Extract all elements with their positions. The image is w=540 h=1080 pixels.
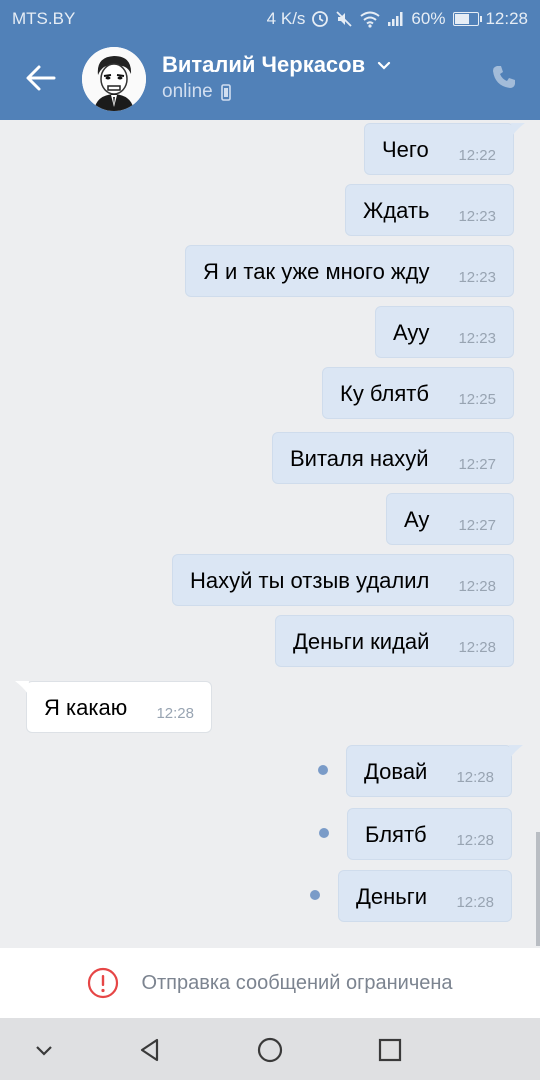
message-time: 12:25 bbox=[458, 391, 496, 408]
message-text: Чего bbox=[382, 137, 429, 162]
outgoing-message[interactable]: Ждать 12:23 bbox=[345, 184, 514, 236]
error-circle-icon bbox=[88, 967, 119, 999]
restricted-text: Отправка сообщений ограничена bbox=[141, 971, 453, 994]
signal-icon bbox=[388, 12, 403, 26]
carrier-label: MTS.BY bbox=[12, 9, 76, 28]
clock: 12:28 bbox=[485, 9, 528, 28]
message-time: 12:23 bbox=[458, 269, 496, 286]
message-time: 12:23 bbox=[458, 208, 496, 225]
contact-name[interactable]: Виталий Черкасов bbox=[162, 52, 391, 78]
message-text: Виталя нахуй bbox=[290, 446, 429, 471]
message-list[interactable]: Чего 12:22 Ждать 12:23 Я и так уже много жду… bbox=[0, 120, 540, 948]
system-nav-bar bbox=[0, 1018, 540, 1080]
message-time: 12:28 bbox=[156, 705, 194, 722]
message-time: 12:28 bbox=[456, 894, 494, 911]
outgoing-message[interactable]: Деньги 12:28 bbox=[338, 870, 512, 922]
network-speed: 4 K/s bbox=[266, 9, 306, 28]
message-text: Блятб bbox=[365, 822, 427, 847]
messaging-restricted-bar: Отправка сообщений ограничена bbox=[0, 948, 540, 1018]
message-time: 12:28 bbox=[458, 639, 496, 656]
contact-avatar[interactable] bbox=[82, 47, 146, 111]
battery-percent: 60% bbox=[411, 9, 446, 28]
unread-indicator bbox=[319, 828, 329, 838]
back-icon[interactable] bbox=[136, 1036, 164, 1064]
hide-keyboard-icon[interactable] bbox=[30, 1036, 58, 1064]
message-text: Я и так уже много жду bbox=[203, 259, 430, 284]
outgoing-message[interactable]: Нахуй ты отзыв удалил 12:28 bbox=[172, 554, 514, 606]
outgoing-message[interactable]: Довай 12:28 bbox=[346, 745, 523, 797]
mute-icon bbox=[336, 11, 353, 27]
message-time: 12:27 bbox=[458, 517, 496, 534]
outgoing-message[interactable]: Ауу 12:23 bbox=[375, 306, 514, 358]
chevron-down-icon[interactable] bbox=[377, 61, 391, 71]
incoming-message[interactable]: Я какаю 12:28 bbox=[15, 681, 212, 733]
message-text: Нахуй ты отзыв удалил bbox=[190, 568, 430, 593]
outgoing-message[interactable]: Блятб 12:28 bbox=[347, 808, 512, 860]
status-bar-right: 4 K/s 60% 12:28 bbox=[267, 9, 528, 29]
message-text: Деньги bbox=[356, 884, 428, 909]
status-bar: MTS.BY 4 K/s 60% 12:28 bbox=[0, 0, 540, 36]
message-time: 12:22 bbox=[458, 147, 496, 164]
message-text: Ку блятб bbox=[340, 381, 429, 406]
message-time: 12:27 bbox=[458, 456, 496, 473]
back-arrow-icon[interactable] bbox=[24, 61, 58, 95]
message-text: Довай bbox=[364, 759, 428, 784]
outgoing-message[interactable]: Ку блятб 12:25 bbox=[322, 367, 514, 419]
outgoing-message[interactable]: Деньги кидай 12:28 bbox=[275, 615, 514, 667]
bubble-tail bbox=[511, 123, 525, 136]
message-time: 12:23 bbox=[458, 330, 496, 347]
outgoing-message[interactable]: Чего 12:22 bbox=[364, 123, 525, 175]
bubble-tail bbox=[509, 745, 523, 758]
mobile-icon bbox=[220, 83, 231, 101]
contact-name-text: Виталий Черкасов bbox=[162, 52, 366, 77]
message-text: Деньги кидай bbox=[293, 629, 430, 654]
message-text: Ждать bbox=[363, 198, 430, 223]
outgoing-message[interactable]: Ау 12:27 bbox=[386, 493, 514, 545]
wifi-icon bbox=[360, 11, 381, 28]
battery-icon bbox=[453, 12, 483, 26]
outgoing-message[interactable]: Виталя нахуй 12:27 bbox=[272, 432, 514, 484]
message-time: 12:28 bbox=[458, 578, 496, 595]
message-time: 12:28 bbox=[456, 832, 494, 849]
home-icon[interactable] bbox=[256, 1036, 284, 1064]
alarm-icon bbox=[312, 11, 329, 27]
unread-indicator bbox=[318, 765, 328, 775]
outgoing-message[interactable]: Я и так уже много жду 12:23 bbox=[185, 245, 514, 297]
avatar-portrait-image bbox=[82, 47, 146, 111]
bubble-tail bbox=[15, 681, 29, 694]
unread-indicator bbox=[310, 890, 320, 900]
message-time: 12:28 bbox=[456, 769, 494, 786]
app-header: MTS.BY 4 K/s 60% 12:28 Виталий Черкасов … bbox=[0, 0, 540, 120]
scrollbar[interactable] bbox=[536, 832, 540, 946]
phone-icon[interactable] bbox=[490, 63, 518, 91]
recents-icon[interactable] bbox=[376, 1036, 404, 1064]
message-text: Ау bbox=[404, 507, 430, 532]
message-text: Я какаю bbox=[44, 695, 128, 720]
contact-status: online bbox=[162, 81, 231, 103]
contact-status-text: online bbox=[162, 81, 213, 102]
message-text: Ауу bbox=[393, 320, 430, 345]
